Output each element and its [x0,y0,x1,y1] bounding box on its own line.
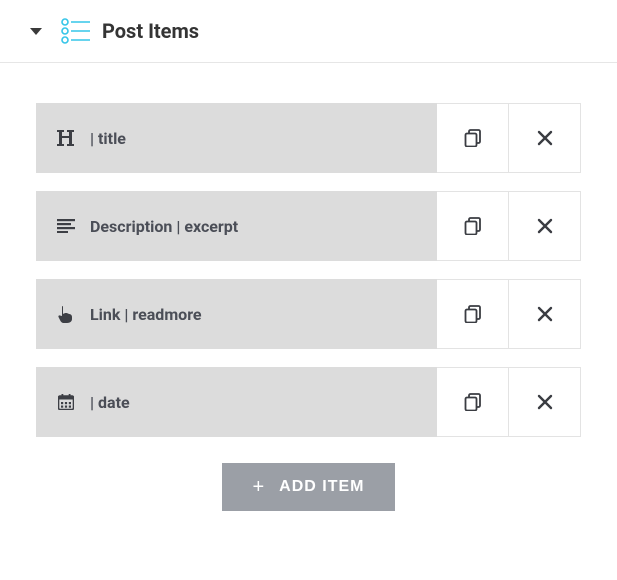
item-row: | title [36,103,581,173]
paragraph-icon [56,219,76,233]
item-label: | date [90,393,130,412]
heading-icon [56,130,76,146]
items-list: | title Description | excerpt [0,63,617,511]
item-main[interactable]: Description | excerpt [36,191,437,261]
list-icon [60,18,90,44]
duplicate-button[interactable] [437,367,509,437]
add-item-wrap: + ADD ITEM [36,455,581,511]
collapse-caret-icon [30,28,42,35]
pointer-icon [56,305,76,323]
item-main[interactable]: | date [36,367,437,437]
item-row: | date [36,367,581,437]
item-label: Description | excerpt [90,217,238,236]
duplicate-button[interactable] [437,103,509,173]
close-icon [537,394,553,410]
close-icon [537,306,553,322]
copy-icon [464,393,482,411]
plus-icon: + [252,477,265,497]
calendar-icon [56,394,76,410]
item-row: Link | readmore [36,279,581,349]
add-item-button[interactable]: + ADD ITEM [222,463,394,511]
copy-icon [464,305,482,323]
close-icon [537,130,553,146]
copy-icon [464,217,482,235]
item-main[interactable]: Link | readmore [36,279,437,349]
duplicate-button[interactable] [437,279,509,349]
close-icon [537,218,553,234]
add-item-label: ADD ITEM [279,478,364,496]
item-row: Description | excerpt [36,191,581,261]
remove-button[interactable] [509,279,581,349]
copy-icon [464,129,482,147]
duplicate-button[interactable] [437,191,509,261]
section-title: Post Items [102,19,199,43]
remove-button[interactable] [509,367,581,437]
remove-button[interactable] [509,103,581,173]
item-label: | title [90,129,126,148]
section-header[interactable]: Post Items [0,0,617,63]
item-label: Link | readmore [90,305,202,324]
item-main[interactable]: | title [36,103,437,173]
remove-button[interactable] [509,191,581,261]
